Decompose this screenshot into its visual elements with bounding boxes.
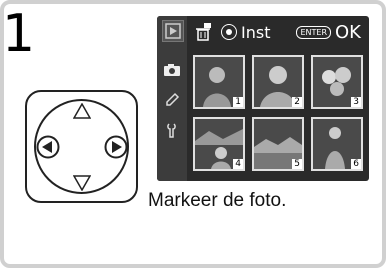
delete-icon[interactable]: [193, 22, 213, 42]
thumbnail-number: 2: [292, 97, 302, 107]
up-arrow-icon[interactable]: [73, 103, 91, 119]
thumbnail-grid: 1 2 3 4 5 6: [193, 55, 363, 175]
ok-hint: ENTER OK: [296, 22, 361, 43]
multi-selector: [25, 90, 138, 203]
thumbnail-number: 6: [351, 159, 361, 169]
instruction-caption: Markeer de foto.: [148, 190, 287, 211]
enter-button-icon: ENTER: [296, 25, 332, 39]
down-arrow-icon[interactable]: [73, 175, 91, 191]
pencil-icon[interactable]: [162, 90, 182, 110]
thumbnail-5[interactable]: 5: [252, 117, 304, 171]
side-menu: [157, 16, 187, 181]
multi-selector-icon: [221, 24, 237, 40]
camera-screen: Inst ENTER OK 1 2 3 4 5 6: [157, 16, 369, 181]
thumbnail-number: 4: [233, 159, 243, 169]
thumbnail-1[interactable]: 1: [193, 55, 245, 109]
screen-topbar: Inst ENTER OK: [187, 16, 369, 48]
thumbnail-number: 3: [351, 97, 361, 107]
thumbnail-6[interactable]: 6: [311, 117, 363, 171]
thumbnail-number: 5: [292, 159, 302, 169]
playback-icon[interactable]: [162, 20, 184, 42]
instellen-label: Inst: [241, 22, 271, 42]
thumbnail-number: 1: [233, 97, 243, 107]
thumbnail-3[interactable]: 3: [311, 55, 363, 109]
right-arrow-icon[interactable]: [104, 135, 128, 159]
ok-label: OK: [335, 21, 361, 43]
thumbnail-2[interactable]: 2: [252, 55, 304, 109]
multi-selector-ring: [34, 99, 129, 194]
instellen-hint: Inst: [221, 23, 270, 42]
left-arrow-icon[interactable]: [36, 135, 60, 159]
wrench-icon[interactable]: [162, 120, 182, 140]
thumbnail-4[interactable]: 4: [193, 117, 245, 171]
camera-icon[interactable]: [162, 60, 182, 80]
dpad-illustration: [0, 16, 149, 212]
